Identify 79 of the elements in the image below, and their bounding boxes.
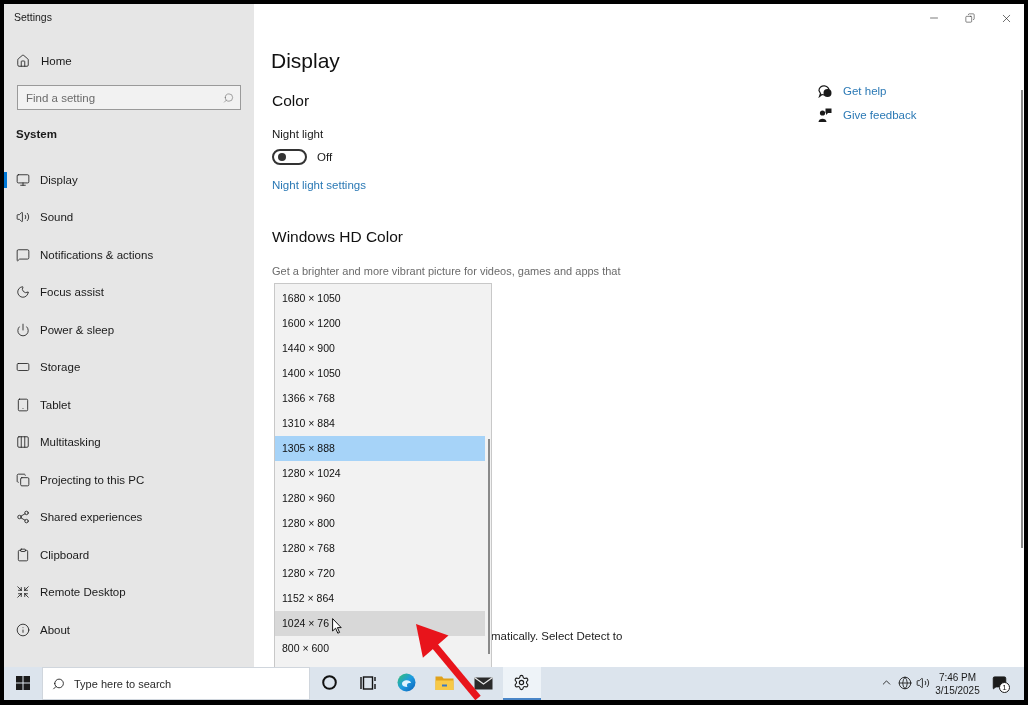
page-title: Display <box>271 48 340 74</box>
notification-button[interactable]: 1 <box>983 667 1015 700</box>
sidebar-item[interactable]: Tablet <box>4 386 254 424</box>
sidebar-item[interactable]: Multitasking <box>4 423 254 461</box>
taskbar-app-button[interactable] <box>502 667 541 700</box>
dropdown-option[interactable]: 1305 × 888 <box>275 435 485 461</box>
info-icon <box>16 622 30 637</box>
scrollbar-thumb[interactable] <box>488 438 490 654</box>
tablet-icon <box>16 397 30 412</box>
columns-icon <box>16 435 30 450</box>
sidebar-item[interactable]: Notifications & actions <box>4 236 254 274</box>
overlapping-squares-icon <box>16 472 30 487</box>
sidebar-item[interactable]: Sound <box>4 198 254 236</box>
four-panes-icon <box>16 675 30 690</box>
home-icon <box>16 54 30 68</box>
chat-bubbles-icon <box>818 84 832 98</box>
dropdown-option[interactable]: 1280 × 800 <box>275 510 485 536</box>
clock-date: 3/15/2025 <box>935 683 980 697</box>
dropdown-option[interactable]: 1600 × 1200 <box>275 310 485 336</box>
dropdown-option[interactable]: 1280 × 768 <box>275 535 485 561</box>
nodes-icon <box>16 510 30 525</box>
inward-arrows-icon <box>16 585 30 600</box>
settings-icon <box>513 674 531 691</box>
speaker-icon <box>916 675 930 690</box>
description-text: Get a brighter and more vibrant picture for videos, games and apps that <box>272 264 621 279</box>
dropdown-option[interactable]: 1310 × 884 <box>275 410 485 436</box>
mouse-pointer-icon <box>332 618 342 634</box>
clock-time: 7:46 PM <box>938 670 977 684</box>
monitor-icon <box>16 172 30 187</box>
toggle-switch[interactable] <box>272 149 307 165</box>
globe-icon <box>898 675 912 690</box>
sidebar-item[interactable]: About <box>4 611 254 649</box>
restore-icon <box>965 13 975 23</box>
person-bubble-icon <box>818 108 832 122</box>
search-field[interactable]: Find a setting <box>17 85 241 110</box>
section-heading: Color <box>272 91 310 111</box>
browser-icon <box>396 673 416 692</box>
folder-icon <box>435 674 455 691</box>
toggle-label: Night light <box>272 127 324 142</box>
search-icon <box>223 92 234 103</box>
dropdown-option[interactable]: 1440 × 900 <box>275 335 485 361</box>
circle-icon <box>321 675 337 690</box>
section-heading: Windows HD Color <box>272 227 403 247</box>
sidebar-item[interactable]: Storage <box>4 348 254 386</box>
moon-icon <box>16 285 30 300</box>
clipboard-icon <box>16 547 30 562</box>
dropdown-option[interactable]: 800 × 600 <box>275 635 485 661</box>
dropdown-option[interactable]: 1366 × 768 <box>275 385 485 411</box>
sidebar-item[interactable]: Power & sleep <box>4 311 254 349</box>
speaker-icon <box>16 210 30 225</box>
sidebar-item[interactable]: Projecting to this PC <box>4 461 254 499</box>
section-label: System <box>16 127 57 142</box>
toggle-state-text: Off <box>317 151 333 163</box>
search-icon <box>52 677 65 690</box>
taskbar-search-field[interactable]: Type here to search <box>42 667 310 700</box>
feedback-link[interactable]: Give feedback <box>818 103 917 127</box>
window-title: Settings <box>13 10 53 25</box>
dropdown-option[interactable]: 1400 × 1050 <box>275 360 485 386</box>
speech-bubble-icon <box>16 247 30 262</box>
settings-link[interactable]: Night light settings <box>272 177 366 193</box>
scrollbar-thumb[interactable] <box>1021 90 1023 548</box>
dropdown-option[interactable]: 1280 × 960 <box>275 485 485 511</box>
dropdown-option[interactable]: 1024 × 76 <box>275 610 485 636</box>
notification-badge: 1 <box>999 682 1010 693</box>
sidebar-item[interactable]: Display <box>4 161 254 199</box>
power-icon <box>16 322 30 337</box>
dropdown-option[interactable]: 1680 × 1050 <box>275 285 485 311</box>
sidebar-item[interactable]: Shared experiences <box>4 498 254 536</box>
home-nav-item[interactable]: Home <box>4 42 254 80</box>
dropdown-option[interactable]: 1280 × 1024 <box>275 460 485 486</box>
task-view-icon <box>359 675 376 690</box>
sidebar-item[interactable]: Focus assist <box>4 273 254 311</box>
sidebar-item[interactable]: Remote Desktop <box>4 573 254 611</box>
sidebar-item[interactable]: Clipboard <box>4 536 254 574</box>
dropdown-option[interactable]: 1280 × 720 <box>275 560 485 586</box>
envelope-icon <box>473 675 493 690</box>
dropdown-option[interactable]: 1152 × 864 <box>275 585 485 611</box>
help-link[interactable]: Get help <box>818 79 887 103</box>
description-text: matically. Select Detect to <box>491 629 623 644</box>
